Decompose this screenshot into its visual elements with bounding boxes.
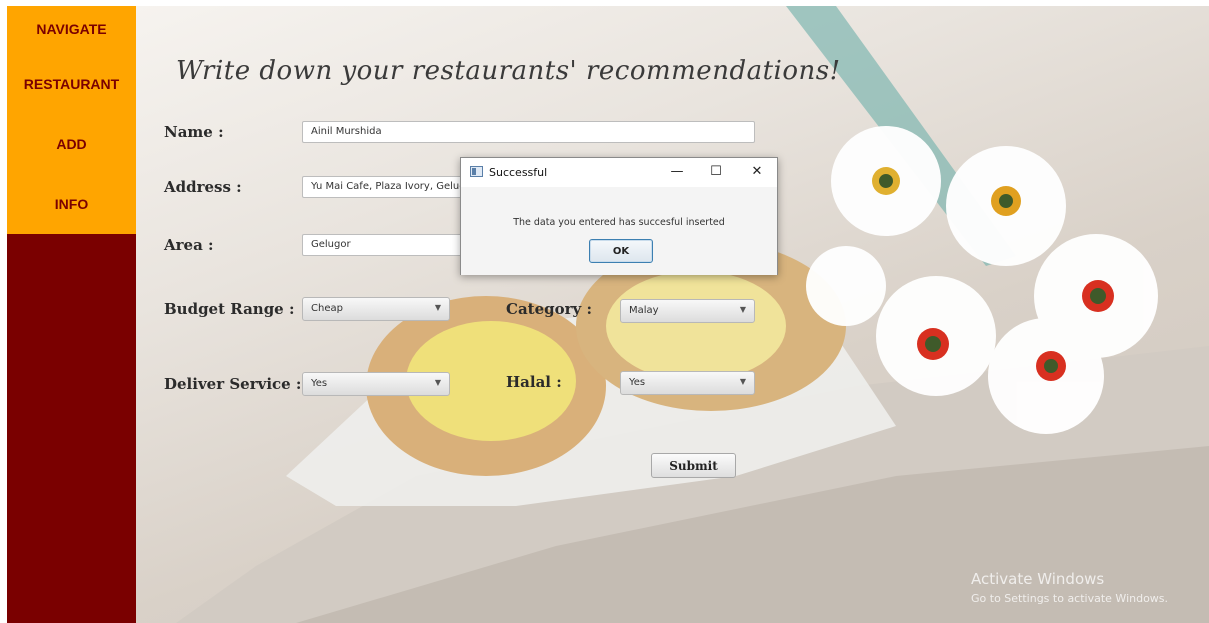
halal-value: Yes: [629, 377, 646, 388]
category-value: Malay: [629, 305, 659, 316]
halal-select[interactable]: Yes ▼: [620, 371, 755, 395]
submit-button[interactable]: Submit: [651, 453, 736, 478]
address-label: Address :: [164, 178, 242, 196]
nav-panel: NAVIGATE RESTAURANT ADD INFO: [7, 6, 136, 234]
nav-item-navigate[interactable]: NAVIGATE: [7, 21, 136, 37]
ok-button[interactable]: OK: [589, 239, 653, 263]
page-title: Write down your restaurants' recommendat…: [176, 56, 841, 86]
window-icon: [470, 166, 483, 177]
minimize-button[interactable]: —: [666, 162, 688, 182]
watermark-title: Activate Windows: [971, 570, 1105, 588]
deliver-service-label: Deliver Service :: [164, 375, 302, 393]
nav-item-info[interactable]: INFO: [7, 196, 136, 212]
name-label: Name :: [164, 123, 224, 141]
chevron-down-icon: ▼: [739, 377, 746, 386]
halal-label: Halal :: [506, 373, 562, 391]
maximize-button[interactable]: ☐: [705, 162, 727, 182]
area-input[interactable]: Gelugor: [302, 234, 462, 256]
area-label: Area :: [164, 236, 214, 254]
dialog-title: Successful: [489, 166, 548, 179]
budget-range-label: Budget Range :: [164, 300, 295, 318]
name-input[interactable]: Ainil Murshida: [302, 121, 755, 143]
chevron-down-icon: ▼: [739, 305, 746, 314]
dialog-body: The data you entered has succesful inser…: [461, 187, 777, 275]
budget-range-value: Cheap: [311, 303, 343, 314]
nav-item-add[interactable]: ADD: [7, 136, 136, 152]
dialog-titlebar[interactable]: Successful — ☐ ✕: [461, 158, 777, 187]
success-dialog: Successful — ☐ ✕ The data you entered ha…: [460, 157, 778, 275]
nav-item-restaurant[interactable]: RESTAURANT: [7, 76, 136, 92]
deliver-service-select[interactable]: Yes ▼: [302, 372, 450, 396]
activation-watermark: Activate Windows Go to Settings to activ…: [971, 570, 1168, 605]
sidebar: NAVIGATE RESTAURANT ADD INFO: [7, 6, 136, 623]
chevron-down-icon: ▼: [434, 303, 441, 312]
chevron-down-icon: ▼: [434, 378, 441, 387]
watermark-subtitle: Go to Settings to activate Windows.: [971, 592, 1169, 605]
budget-range-select[interactable]: Cheap ▼: [302, 297, 450, 321]
dialog-message: The data you entered has succesful inser…: [513, 217, 725, 228]
close-button[interactable]: ✕: [746, 162, 768, 182]
category-select[interactable]: Malay ▼: [620, 299, 755, 323]
category-label: Category :: [506, 300, 593, 318]
deliver-service-value: Yes: [311, 378, 328, 389]
address-input[interactable]: Yu Mai Cafe, Plaza Ivory, Gelugor: [302, 176, 462, 198]
